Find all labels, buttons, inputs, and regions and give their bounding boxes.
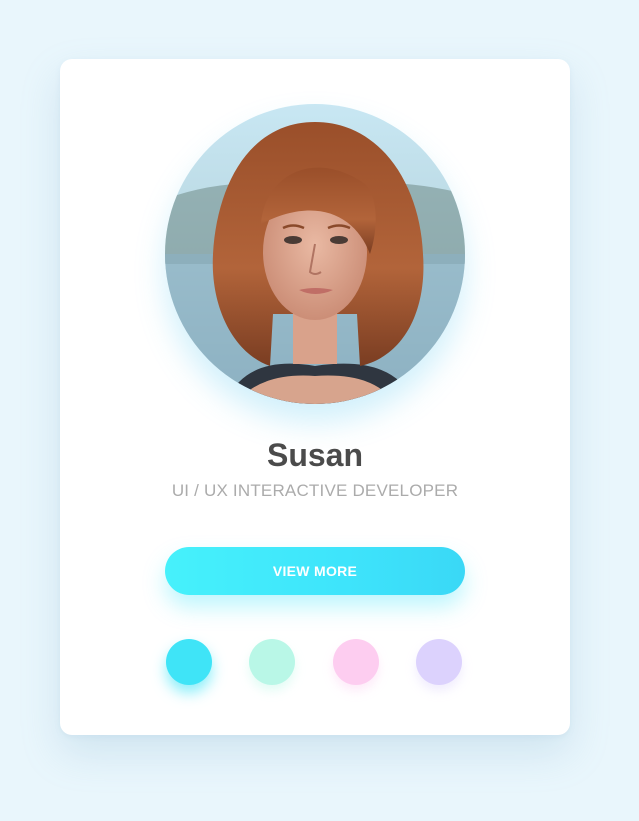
swatch-pink[interactable]	[333, 639, 379, 685]
swatch-mint[interactable]	[249, 639, 295, 685]
avatar	[165, 104, 465, 404]
profile-card: Susan UI / UX INTERACTIVE DEVELOPER VIEW…	[60, 59, 570, 735]
color-swatches	[165, 639, 465, 687]
view-more-button[interactable]: VIEW MORE	[165, 547, 465, 595]
swatch-lavender[interactable]	[416, 639, 462, 685]
profile-name: Susan	[266, 437, 364, 473]
avatar-photo	[165, 104, 465, 404]
profile-role: UI / UX INTERACTIVE DEVELOPER	[171, 481, 459, 500]
swatch-cyan[interactable]	[166, 639, 212, 685]
